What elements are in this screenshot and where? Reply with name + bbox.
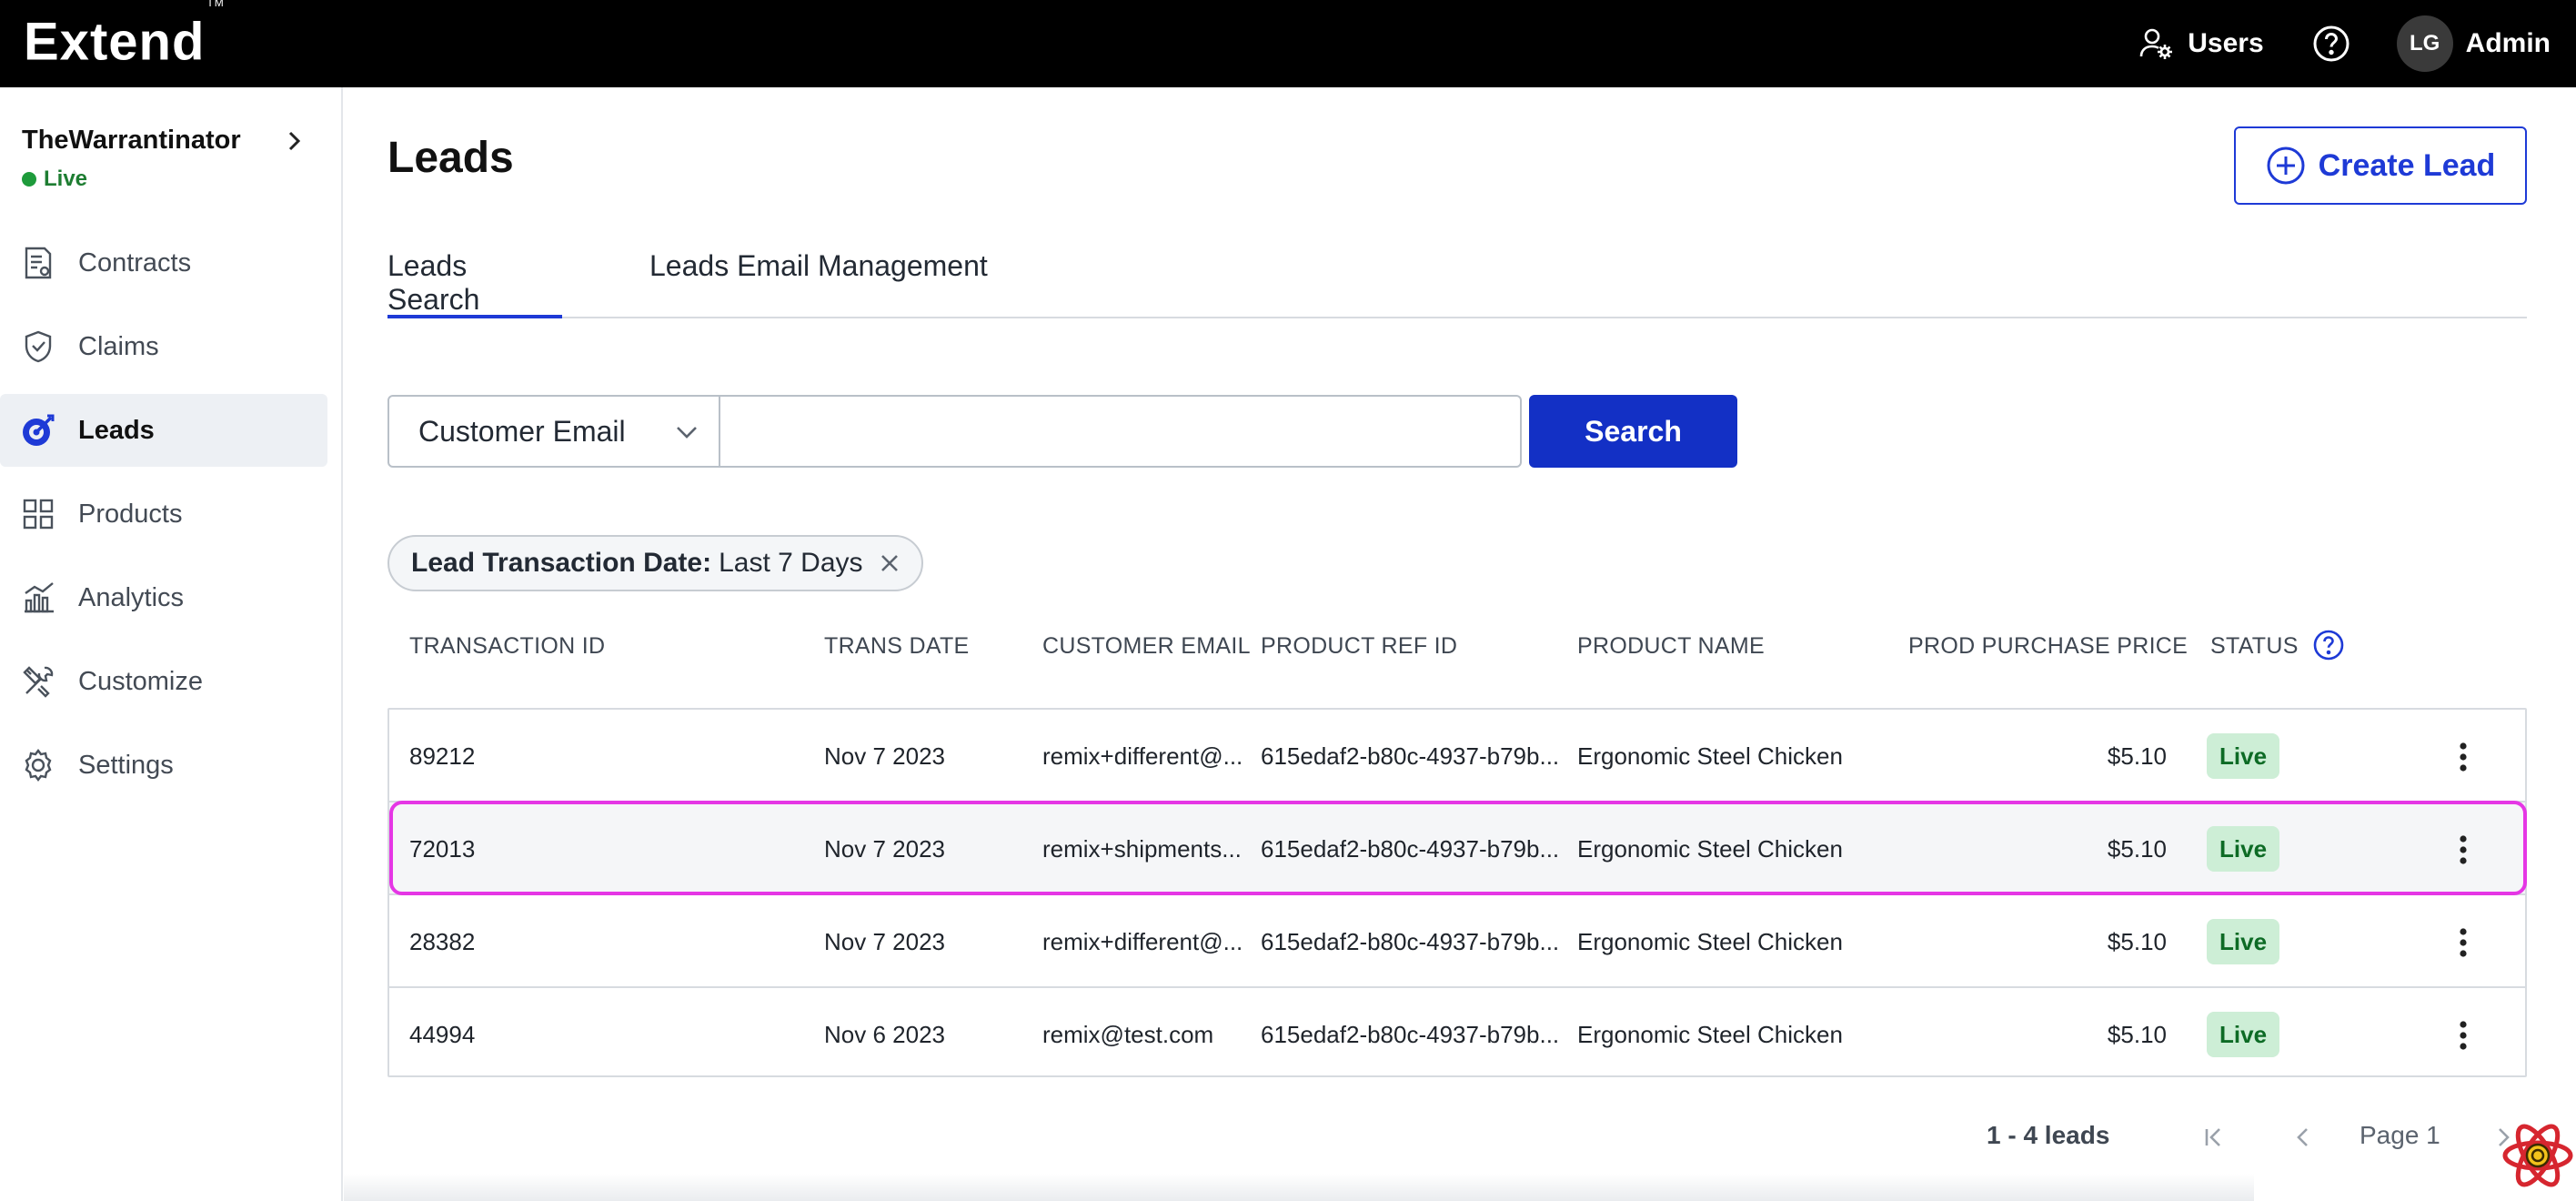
column-header[interactable]: PROD PURCHASE PRICE: [1908, 633, 2188, 660]
store-switcher[interactable]: TheWarrantinator Live: [22, 126, 304, 192]
create-lead-button[interactable]: Create Lead: [2234, 126, 2527, 205]
help-button[interactable]: [2311, 24, 2351, 64]
main-content: Leads Create Lead Leads Search Leads Ema…: [344, 87, 2576, 1201]
column-header[interactable]: STATUS: [2210, 633, 2299, 660]
table-row[interactable]: 89212 Nov 7 2023 remix+different@... 615…: [389, 710, 2525, 802]
status-badge: Live: [2207, 919, 2280, 964]
tabs: Leads Search Leads Email Management: [387, 233, 2527, 318]
store-status: Live: [22, 167, 304, 192]
tab-leads-search[interactable]: Leads Search: [387, 233, 562, 318]
more-vertical-icon[interactable]: [2445, 1015, 2481, 1055]
sidebar-item-settings[interactable]: Settings: [0, 729, 327, 802]
table-row[interactable]: 44994 Nov 6 2023 remix@test.com 615edaf2…: [389, 988, 2525, 1081]
help-icon: [2313, 25, 2350, 62]
sidebar-item-contracts[interactable]: Contracts: [0, 227, 327, 299]
plus-circle-icon: [2267, 146, 2305, 185]
close-icon[interactable]: [878, 551, 901, 575]
top-right-menu: Users LG Admin: [2138, 0, 2551, 87]
sidebar-item-analytics[interactable]: Analytics: [0, 561, 327, 634]
sidebar-item-products[interactable]: Products: [0, 478, 327, 550]
table-row[interactable]: 72013 Nov 7 2023 remix+shipments... 615e…: [389, 802, 2525, 895]
search-button[interactable]: Search: [1529, 395, 1737, 468]
status-badge: Live: [2207, 826, 2280, 872]
sidebar-item-leads[interactable]: Leads: [0, 394, 327, 467]
search-field-select[interactable]: Customer Email: [387, 395, 720, 468]
page-indicator: Page 1: [2360, 1121, 2440, 1149]
column-header[interactable]: CUSTOMER EMAIL: [1042, 633, 1251, 660]
chevron-right-icon[interactable]: [280, 126, 307, 161]
column-header[interactable]: TRANSACTION ID: [409, 633, 605, 660]
grid-icon: [20, 496, 56, 532]
avatar[interactable]: LG: [2396, 15, 2453, 72]
more-vertical-icon[interactable]: [2445, 830, 2481, 870]
contracts-icon: [20, 245, 56, 281]
column-header[interactable]: PRODUCT REF ID: [1261, 633, 1457, 660]
search-input[interactable]: [720, 395, 1522, 468]
sidebar: TheWarrantinator Live Contracts Claims L…: [0, 87, 343, 1201]
status-help-icon[interactable]: [2312, 629, 2345, 666]
pagination: 1 - 4 leads Page 1: [344, 1121, 2576, 1176]
leads-icon: [20, 412, 56, 449]
tools-icon: [20, 663, 56, 700]
chevron-down-icon: [677, 427, 697, 439]
result-count: 1 - 4 leads: [1987, 1121, 2110, 1149]
status-badge: Live: [2207, 1012, 2280, 1057]
table-header: TRANSACTION ID TRANS DATE CUSTOMER EMAIL…: [387, 630, 2527, 708]
sidebar-item-claims[interactable]: Claims: [0, 310, 327, 383]
leads-table: 89212 Nov 7 2023 remix+different@... 615…: [387, 708, 2527, 1077]
sidebar-nav: Contracts Claims Leads Products Analytic…: [0, 227, 327, 812]
page-title: Leads: [387, 134, 514, 182]
search-bar: Customer Email Search: [387, 395, 1737, 468]
filter-chip[interactable]: Lead Transaction Date: Last 7 Days: [387, 535, 923, 591]
previous-page-icon[interactable]: [2289, 1123, 2318, 1156]
top-bar: ExtendTM Users LG Admin: [0, 0, 2576, 87]
users-link[interactable]: Users: [2138, 25, 2264, 62]
bottom-shadow: [344, 1174, 2254, 1201]
store-name: TheWarrantinator: [22, 126, 241, 155]
more-vertical-icon[interactable]: [2445, 923, 2481, 963]
bar-chart-icon: [20, 580, 56, 616]
column-header[interactable]: PRODUCT NAME: [1577, 633, 1765, 660]
sidebar-item-customize[interactable]: Customize: [0, 645, 327, 718]
gear-icon: [20, 747, 56, 783]
status-dot-icon: [22, 172, 36, 187]
tab-leads-email-management[interactable]: Leads Email Management: [649, 233, 988, 318]
admin-menu[interactable]: Admin: [2466, 28, 2551, 59]
first-page-icon[interactable]: [2199, 1123, 2229, 1156]
column-header[interactable]: TRANS DATE: [824, 633, 970, 660]
status-badge: Live: [2207, 733, 2280, 779]
react-devtools-icon[interactable]: [2500, 1117, 2576, 1198]
shield-icon: [20, 328, 56, 365]
extend-logo[interactable]: ExtendTM: [24, 0, 224, 74]
more-vertical-icon[interactable]: [2445, 737, 2481, 777]
table-row[interactable]: 28382 Nov 7 2023 remix+different@... 615…: [389, 895, 2525, 988]
users-gear-icon: [2139, 28, 2173, 59]
